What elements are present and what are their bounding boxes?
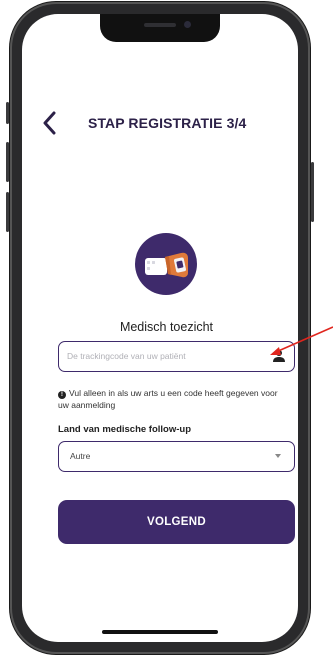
back-button[interactable] [40,108,60,138]
speaker [144,23,176,27]
notch [100,14,220,42]
info-message: Vul alleen in als uw arts u een code hee… [58,388,278,410]
volume-up-button [6,142,9,182]
front-camera [184,21,191,28]
mute-switch [6,102,9,124]
caret-down-icon [275,454,281,458]
chevron-left-icon [43,111,56,135]
country-select[interactable]: Autre [58,441,295,472]
country-select-value: Autre [70,451,91,461]
home-indicator[interactable] [102,630,218,634]
next-button[interactable]: VOLGEND [58,500,295,544]
user-icon[interactable] [272,349,286,363]
info-text: ! Vul alleen in als uw arts u een code he… [58,387,288,411]
tracking-code-input[interactable] [67,342,267,370]
section-title: Medisch toezicht [119,320,214,334]
power-button [311,162,314,222]
country-label: Land van medische follow-up [58,424,192,435]
volume-down-button [6,192,9,232]
info-icon: ! [58,391,66,399]
medical-monitor-hand-icon [135,233,197,295]
page-title: STAP REGISTRATIE 3/4 [88,115,247,131]
tracking-code-field[interactable] [58,341,295,372]
